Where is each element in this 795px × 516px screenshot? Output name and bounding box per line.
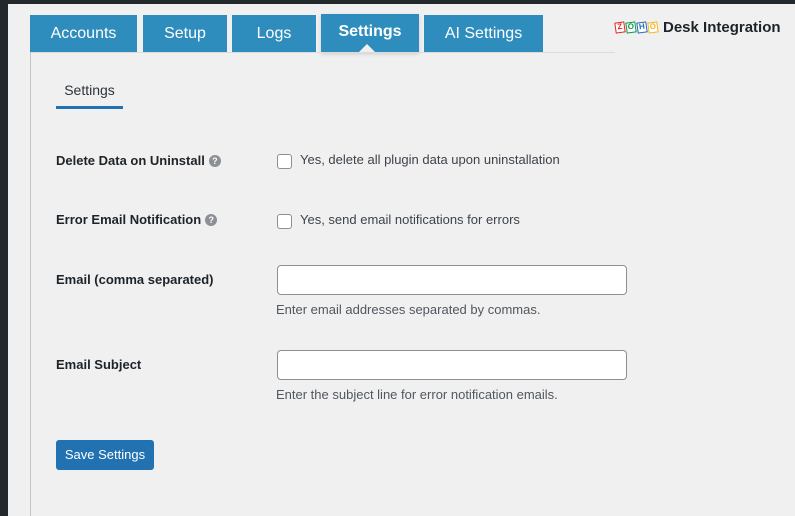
logo-letter-o: O [625, 20, 637, 34]
logo-letter-h: H [636, 20, 648, 34]
tab-ai-settings[interactable]: AI Settings [424, 15, 543, 52]
subtab-settings[interactable]: Settings [56, 80, 123, 109]
admin-top-bar [0, 0, 795, 4]
tab-logs[interactable]: Logs [232, 15, 316, 52]
tab-setup[interactable]: Setup [143, 15, 227, 52]
email-label: Email (comma separated) [56, 271, 214, 289]
subtab-label: Settings [64, 82, 115, 98]
email-subject-label-text: Email Subject [56, 357, 142, 372]
brand-logo: Z O H O Desk Integration [614, 16, 781, 38]
logo-letter-z: Z [614, 20, 626, 34]
delete-data-checkbox-text[interactable]: Yes, delete all plugin data upon uninsta… [300, 151, 560, 169]
error-email-label: Error Email Notification ? [56, 211, 218, 229]
admin-sidebar-edge [0, 0, 8, 516]
email-subject-description: Enter the subject line for error notific… [276, 387, 558, 402]
active-tab-caret-icon [359, 44, 375, 52]
error-email-label-text: Error Email Notification [56, 212, 202, 227]
email-field[interactable] [277, 265, 627, 295]
error-email-checkbox[interactable] [277, 214, 292, 229]
delete-data-label: Delete Data on Uninstall ? [56, 152, 221, 170]
brand-title: Desk Integration [663, 18, 781, 36]
delete-data-label-text: Delete Data on Uninstall [56, 153, 205, 168]
error-email-checkbox-text[interactable]: Yes, send email notifications for errors [300, 211, 520, 229]
subtab-active-underline [56, 106, 123, 109]
email-subject-field[interactable] [277, 350, 627, 380]
email-subject-label: Email Subject [56, 356, 141, 374]
delete-data-checkbox[interactable] [277, 154, 292, 169]
logo-letter-o2: O [647, 20, 659, 34]
email-label-text: Email (comma separated) [56, 272, 214, 287]
save-settings-button[interactable]: Save Settings [56, 440, 154, 470]
zoho-logo-icon: Z O H O [614, 20, 659, 34]
help-icon[interactable]: ? [208, 155, 221, 167]
help-icon[interactable]: ? [205, 214, 218, 226]
email-description: Enter email addresses separated by comma… [276, 302, 541, 317]
tab-accounts[interactable]: Accounts [30, 15, 137, 52]
